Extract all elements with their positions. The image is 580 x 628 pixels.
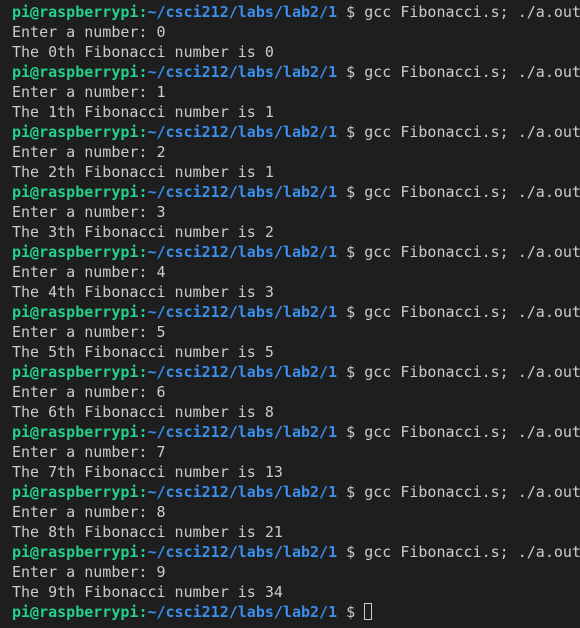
prompt-user-host: pi@raspberrypi [12, 3, 139, 21]
command-text: gcc Fibonacci.s; ./a.out [364, 183, 580, 201]
command-text: gcc Fibonacci.s; ./a.out [364, 63, 580, 81]
output-text: The 2th Fibonacci number is 1 [12, 163, 274, 181]
output-line: The 9th Fibonacci number is 34 [12, 582, 580, 602]
prompt-user-host: pi@raspberrypi [12, 363, 139, 381]
output-text: Enter a number: 8 [12, 503, 166, 521]
prompt-path: ~/csci212/labs/lab2/1 [147, 483, 338, 501]
output-text: The 7th Fibonacci number is 13 [12, 463, 283, 481]
prompt-path: ~/csci212/labs/lab2/1 [147, 183, 338, 201]
command-text: gcc Fibonacci.s; ./a.out [364, 243, 580, 261]
output-text: Enter a number: 5 [12, 323, 166, 341]
command-text: gcc Fibonacci.s; ./a.out [364, 123, 580, 141]
prompt-path: ~/csci212/labs/lab2/1 [147, 423, 338, 441]
output-line: The 0th Fibonacci number is 0 [12, 42, 580, 62]
output-text: The 0th Fibonacci number is 0 [12, 43, 274, 61]
prompt-symbol: $ [337, 3, 365, 21]
output-text: The 6th Fibonacci number is 8 [12, 403, 274, 421]
prompt-symbol: $ [337, 183, 365, 201]
prompt-user-host: pi@raspberrypi [12, 183, 139, 201]
output-text: The 8th Fibonacci number is 21 [12, 523, 283, 541]
output-line: Enter a number: 3 [12, 202, 580, 222]
output-text: Enter a number: 3 [12, 203, 166, 221]
output-line: The 6th Fibonacci number is 8 [12, 402, 580, 422]
prompt-path: ~/csci212/labs/lab2/1 [147, 303, 338, 321]
prompt-symbol: $ [337, 543, 365, 561]
output-line: The 3th Fibonacci number is 2 [12, 222, 580, 242]
prompt-path: ~/csci212/labs/lab2/1 [147, 123, 338, 141]
terminal-window[interactable]: pi@raspberrypi:~/csci212/labs/lab2/1 $ g… [0, 0, 580, 628]
prompt-user-host: pi@raspberrypi [12, 63, 139, 81]
output-text: The 1th Fibonacci number is 1 [12, 103, 274, 121]
prompt-symbol: $ [337, 63, 365, 81]
prompt-user-host: pi@raspberrypi [12, 303, 139, 321]
output-text: Enter a number: 1 [12, 83, 166, 101]
prompt-line: pi@raspberrypi:~/csci212/labs/lab2/1 $ g… [12, 362, 580, 382]
output-line: The 4th Fibonacci number is 3 [12, 282, 580, 302]
output-text: Enter a number: 9 [12, 563, 166, 581]
output-line: The 8th Fibonacci number is 21 [12, 522, 580, 542]
prompt-symbol: $ [337, 423, 365, 441]
prompt-line: pi@raspberrypi:~/csci212/labs/lab2/1 $ g… [12, 122, 580, 142]
output-line: Enter a number: 5 [12, 322, 580, 342]
output-line: Enter a number: 7 [12, 442, 580, 462]
output-text: Enter a number: 2 [12, 143, 166, 161]
output-line: The 1th Fibonacci number is 1 [12, 102, 580, 122]
prompt-user-host: pi@raspberrypi [12, 423, 139, 441]
output-text: Enter a number: 7 [12, 443, 166, 461]
prompt-symbol: $ [337, 303, 365, 321]
command-text: gcc Fibonacci.s; ./a.out [364, 3, 580, 21]
prompt-symbol: $ [337, 483, 365, 501]
prompt-line: pi@raspberrypi:~/csci212/labs/lab2/1 $ g… [12, 482, 580, 502]
output-line: Enter a number: 9 [12, 562, 580, 582]
prompt-user-host: pi@raspberrypi [12, 123, 139, 141]
output-line: The 7th Fibonacci number is 13 [12, 462, 580, 482]
prompt-user-host: pi@raspberrypi [12, 243, 139, 261]
prompt-path: ~/csci212/labs/lab2/1 [147, 603, 338, 621]
prompt-line: pi@raspberrypi:~/csci212/labs/lab2/1 $ g… [12, 242, 580, 262]
output-text: Enter a number: 4 [12, 263, 166, 281]
prompt-path: ~/csci212/labs/lab2/1 [147, 3, 338, 21]
output-text: The 5th Fibonacci number is 5 [12, 343, 274, 361]
prompt-user-host: pi@raspberrypi [12, 483, 139, 501]
prompt-symbol: $ [337, 603, 365, 621]
command-text: gcc Fibonacci.s; ./a.out [364, 543, 580, 561]
prompt-path: ~/csci212/labs/lab2/1 [147, 243, 338, 261]
output-line: The 5th Fibonacci number is 5 [12, 342, 580, 362]
command-text: gcc Fibonacci.s; ./a.out [364, 303, 580, 321]
prompt-user-host: pi@raspberrypi [12, 603, 139, 621]
prompt-line: pi@raspberrypi:~/csci212/labs/lab2/1 $ g… [12, 542, 580, 562]
output-line: Enter a number: 1 [12, 82, 580, 102]
output-line: Enter a number: 6 [12, 382, 580, 402]
prompt-symbol: $ [337, 123, 365, 141]
command-text: gcc Fibonacci.s; ./a.out [364, 363, 580, 381]
prompt-line: pi@raspberrypi:~/csci212/labs/lab2/1 $ g… [12, 302, 580, 322]
prompt-line: pi@raspberrypi:~/csci212/labs/lab2/1 $ g… [12, 182, 580, 202]
command-text: gcc Fibonacci.s; ./a.out [364, 483, 580, 501]
command-text: gcc Fibonacci.s; ./a.out [364, 423, 580, 441]
prompt-user-host: pi@raspberrypi [12, 543, 139, 561]
output-line: The 2th Fibonacci number is 1 [12, 162, 580, 182]
prompt-line: pi@raspberrypi:~/csci212/labs/lab2/1 $ [12, 602, 580, 622]
prompt-symbol: $ [337, 363, 365, 381]
output-text: The 9th Fibonacci number is 34 [12, 583, 283, 601]
cursor-icon[interactable] [364, 603, 373, 620]
output-line: Enter a number: 8 [12, 502, 580, 522]
prompt-path: ~/csci212/labs/lab2/1 [147, 63, 338, 81]
output-line: Enter a number: 0 [12, 22, 580, 42]
prompt-path: ~/csci212/labs/lab2/1 [147, 363, 338, 381]
output-text: The 4th Fibonacci number is 3 [12, 283, 274, 301]
output-line: Enter a number: 4 [12, 262, 580, 282]
prompt-path: ~/csci212/labs/lab2/1 [147, 543, 338, 561]
prompt-line: pi@raspberrypi:~/csci212/labs/lab2/1 $ g… [12, 422, 580, 442]
output-text: The 3th Fibonacci number is 2 [12, 223, 274, 241]
prompt-line: pi@raspberrypi:~/csci212/labs/lab2/1 $ g… [12, 2, 580, 22]
prompt-symbol: $ [337, 243, 365, 261]
output-text: Enter a number: 0 [12, 23, 166, 41]
output-text: Enter a number: 6 [12, 383, 166, 401]
prompt-line: pi@raspberrypi:~/csci212/labs/lab2/1 $ g… [12, 62, 580, 82]
output-line: Enter a number: 2 [12, 142, 580, 162]
